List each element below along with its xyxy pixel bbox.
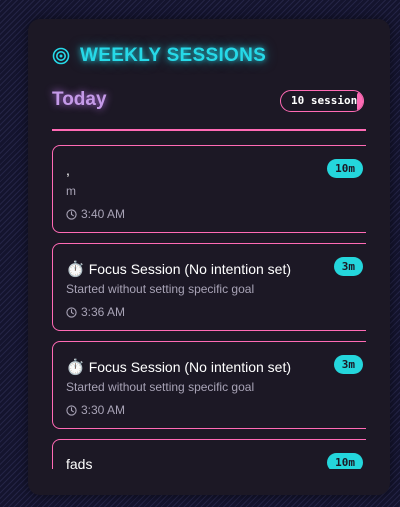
duration-badge: 10m bbox=[327, 453, 363, 469]
target-icon bbox=[52, 47, 70, 65]
session-card[interactable]: ⏱️ Focus Session (No intention set) Start… bbox=[52, 341, 366, 429]
duration-badge: 10m bbox=[327, 159, 363, 178]
session-description: Started without setting specific goal bbox=[66, 380, 255, 394]
stopwatch-icon: ⏱️ bbox=[66, 261, 85, 278]
session-card[interactable]: ⏱️ Focus Session (No intention set) Start… bbox=[52, 243, 366, 331]
stopwatch-icon: ⏱️ bbox=[66, 359, 85, 376]
session-count-badge: 10 sessions bbox=[280, 90, 364, 112]
session-time: 3:40 AM bbox=[66, 207, 125, 221]
duration-badge: 3m bbox=[333, 257, 363, 276]
session-time: 3:36 AM bbox=[66, 305, 125, 319]
session-title: , bbox=[66, 162, 70, 178]
panel-title: WEEKLY SESSIONS bbox=[80, 45, 267, 66]
session-time: 3:30 AM bbox=[66, 403, 125, 417]
day-label: Today bbox=[52, 89, 107, 110]
badge-scrollbar[interactable] bbox=[357, 92, 363, 111]
session-card[interactable]: , m 3:40 AM 10m bbox=[52, 145, 366, 233]
session-title: fads bbox=[66, 456, 93, 469]
panel-header: WEEKLY SESSIONS bbox=[52, 45, 266, 67]
session-title: ⏱️ Focus Session (No intention set) bbox=[66, 261, 292, 278]
session-title: ⏱️ Focus Session (No intention set) bbox=[66, 359, 292, 376]
clock-icon bbox=[66, 208, 77, 220]
day-header: Today 10 sessions bbox=[52, 89, 366, 131]
clock-icon bbox=[66, 306, 77, 318]
session-description: Started without setting specific goal bbox=[66, 282, 255, 296]
session-description: m bbox=[66, 184, 76, 198]
duration-badge: 3m bbox=[333, 355, 363, 374]
clock-icon bbox=[66, 404, 77, 416]
weekly-sessions-panel: WEEKLY SESSIONS Today 10 sessions , m 3:… bbox=[28, 19, 390, 495]
session-count-text: 10 sessions bbox=[291, 94, 364, 107]
session-list[interactable]: , m 3:40 AM 10m ⏱️ Focus Session (No inte… bbox=[52, 145, 366, 469]
session-card[interactable]: fads 10m bbox=[52, 439, 366, 469]
